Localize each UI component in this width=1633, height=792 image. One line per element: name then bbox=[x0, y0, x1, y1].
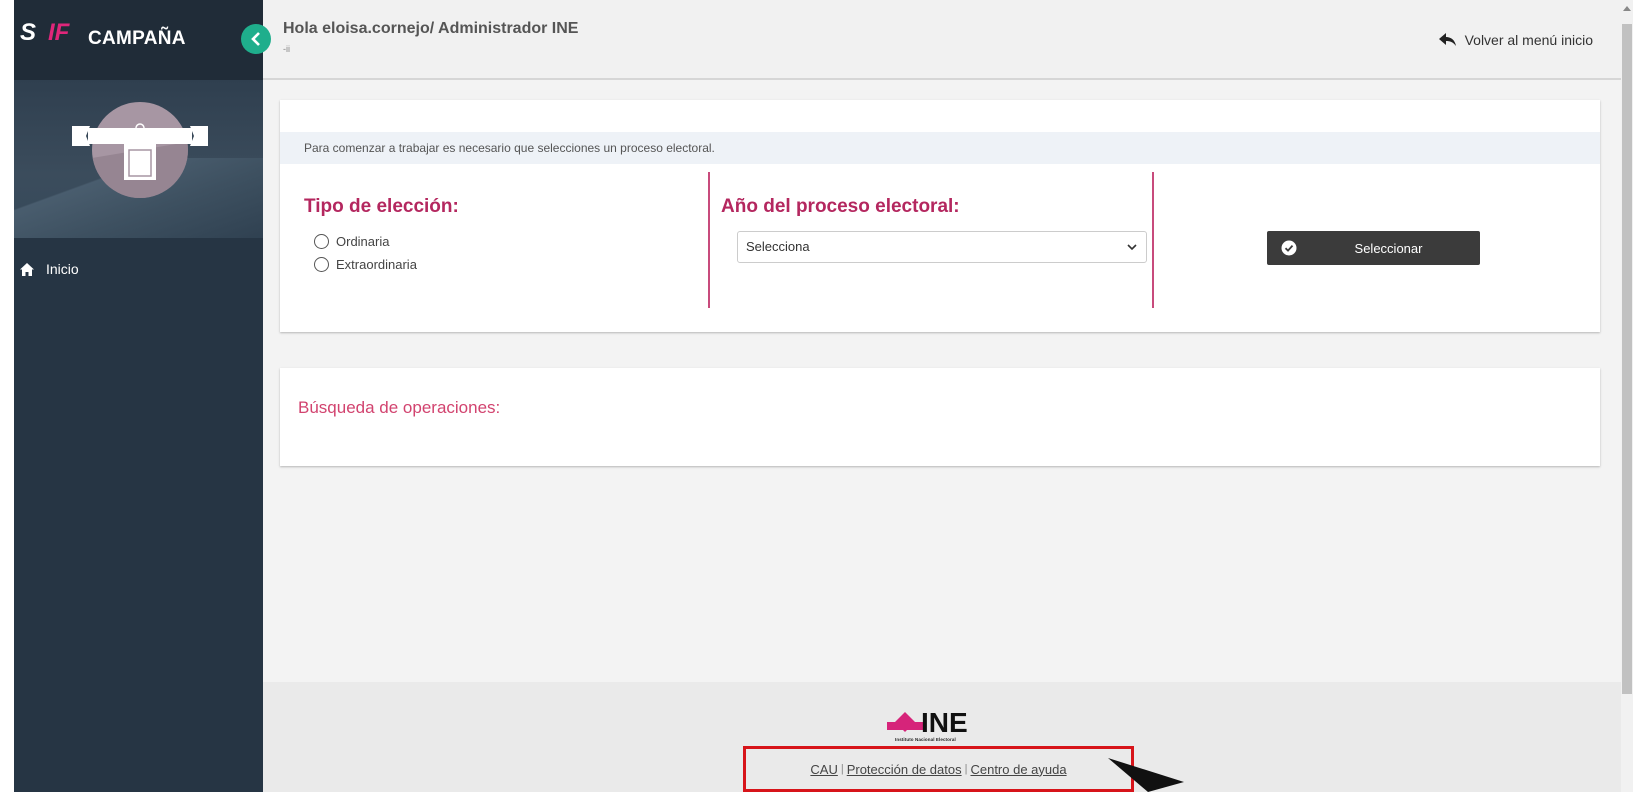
data-protection-link[interactable]: Protección de datos bbox=[847, 762, 962, 777]
chevron-down-icon bbox=[1127, 244, 1137, 251]
user-subtext: -ii bbox=[283, 44, 290, 54]
svg-text:INE: INE bbox=[921, 707, 968, 738]
radio-button[interactable] bbox=[314, 234, 329, 249]
cau-link[interactable]: CAU bbox=[810, 762, 837, 777]
help-center-link[interactable]: Centro de ayuda bbox=[970, 762, 1066, 777]
radio-extraordinaria[interactable]: Extraordinaria bbox=[314, 257, 417, 272]
brand-title: CAMPAÑA bbox=[88, 28, 186, 49]
pointer-arrow-icon bbox=[1108, 758, 1184, 792]
year-select-value: Selecciona bbox=[746, 239, 810, 254]
column-divider bbox=[1152, 172, 1154, 308]
scroll-up-icon[interactable] bbox=[1622, 4, 1632, 12]
process-selection-card: Para comenzar a trabajar es necesario qu… bbox=[280, 100, 1600, 332]
column-divider bbox=[708, 172, 710, 308]
collapse-sidebar-button[interactable] bbox=[241, 24, 271, 54]
back-link-label: Volver al menú inicio bbox=[1464, 32, 1593, 48]
left-gutter bbox=[0, 0, 14, 792]
ine-logo-subtitle: Instituto Nacional Electoral bbox=[895, 737, 956, 742]
avatar bbox=[92, 102, 188, 198]
link-separator: | bbox=[840, 763, 844, 775]
logo-s: S bbox=[20, 19, 37, 46]
footer-links-box: CAU | Protección de datos | Centro de ay… bbox=[743, 746, 1134, 792]
sidebar-item-label: Inicio bbox=[46, 261, 79, 277]
sidebar-item-inicio[interactable]: Inicio bbox=[14, 256, 263, 282]
sidebar: S IF CAMPAÑA Inicio bbox=[14, 0, 263, 792]
home-icon bbox=[18, 260, 36, 278]
year-title: Año del proceso electoral: bbox=[721, 196, 960, 217]
brand-header: S IF CAMPAÑA bbox=[14, 0, 263, 80]
search-operations-title: Búsqueda de operaciones: bbox=[298, 398, 501, 417]
radio-label: Extraordinaria bbox=[336, 257, 417, 272]
banner-ribbon-icon bbox=[72, 126, 208, 146]
podium-icon bbox=[92, 123, 188, 198]
select-button-label: Seleccionar bbox=[1354, 240, 1423, 256]
top-header: Hola eloisa.cornejo/ Administrador INE -… bbox=[263, 0, 1633, 80]
radio-ordinaria[interactable]: Ordinaria bbox=[314, 234, 389, 249]
scrollbar-thumb[interactable] bbox=[1622, 24, 1632, 694]
footer: INE Instituto Nacional Electoral CAU | P… bbox=[263, 682, 1621, 792]
radio-button[interactable] bbox=[314, 257, 329, 272]
radio-label: Ordinaria bbox=[336, 234, 390, 249]
notice-bar: Para comenzar a trabajar es necesario qu… bbox=[280, 132, 1600, 164]
user-greeting: Hola eloisa.cornejo/ Administrador INE bbox=[283, 20, 579, 37]
select-button[interactable]: Seleccionar bbox=[1267, 231, 1480, 265]
reply-arrow-icon bbox=[1438, 33, 1456, 46]
year-select[interactable]: Selecciona bbox=[737, 231, 1147, 263]
chevron-left-icon bbox=[251, 32, 260, 46]
link-separator: | bbox=[964, 763, 968, 775]
back-to-menu-link[interactable]: Volver al menú inicio bbox=[1438, 32, 1593, 48]
profile-banner bbox=[14, 80, 263, 238]
election-type-title: Tipo de elección: bbox=[304, 196, 459, 217]
search-operations-card: Búsqueda de operaciones: bbox=[280, 368, 1600, 466]
logo-if: IF bbox=[48, 19, 70, 46]
